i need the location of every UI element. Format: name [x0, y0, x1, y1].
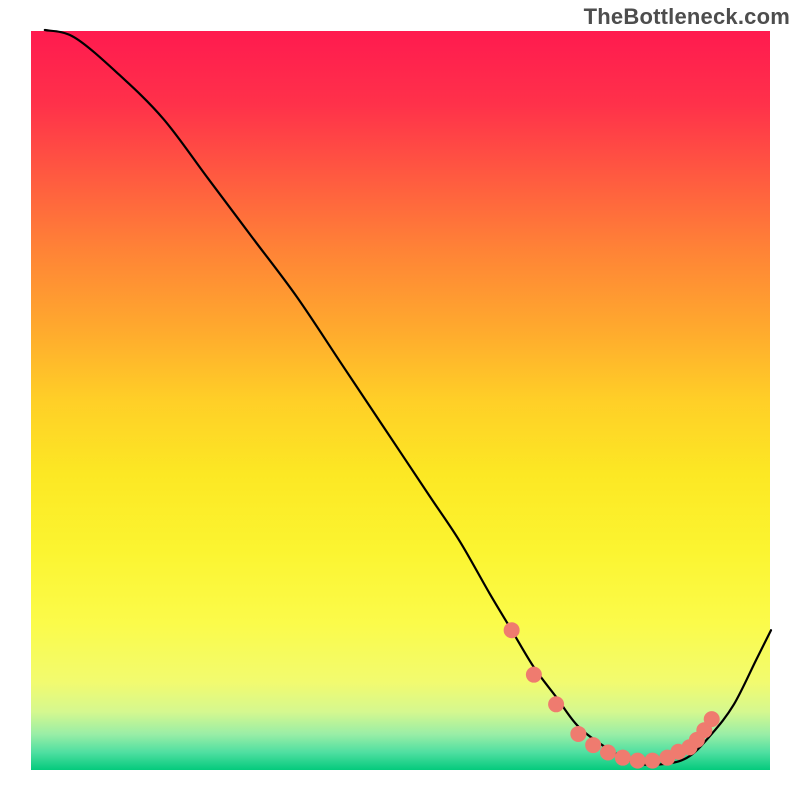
marker-dot	[526, 667, 542, 683]
marker-dot	[548, 696, 564, 712]
marker-dot	[630, 753, 646, 769]
plot-background	[30, 30, 771, 771]
marker-dot	[704, 711, 720, 727]
marker-dot	[585, 737, 601, 753]
marker-dot	[644, 753, 660, 769]
marker-dot	[600, 744, 616, 760]
chart-container: TheBottleneck.com	[0, 0, 800, 800]
marker-dot	[504, 622, 520, 638]
marker-dot	[615, 750, 631, 766]
bottleneck-chart	[0, 0, 800, 800]
marker-dot	[570, 726, 586, 742]
watermark-text: TheBottleneck.com	[584, 4, 790, 30]
